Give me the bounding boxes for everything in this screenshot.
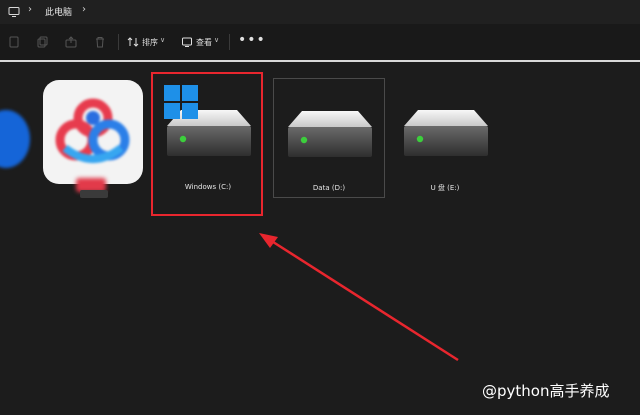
watermark: @python高手养成	[482, 382, 610, 400]
annotation-arrow	[259, 233, 459, 362]
